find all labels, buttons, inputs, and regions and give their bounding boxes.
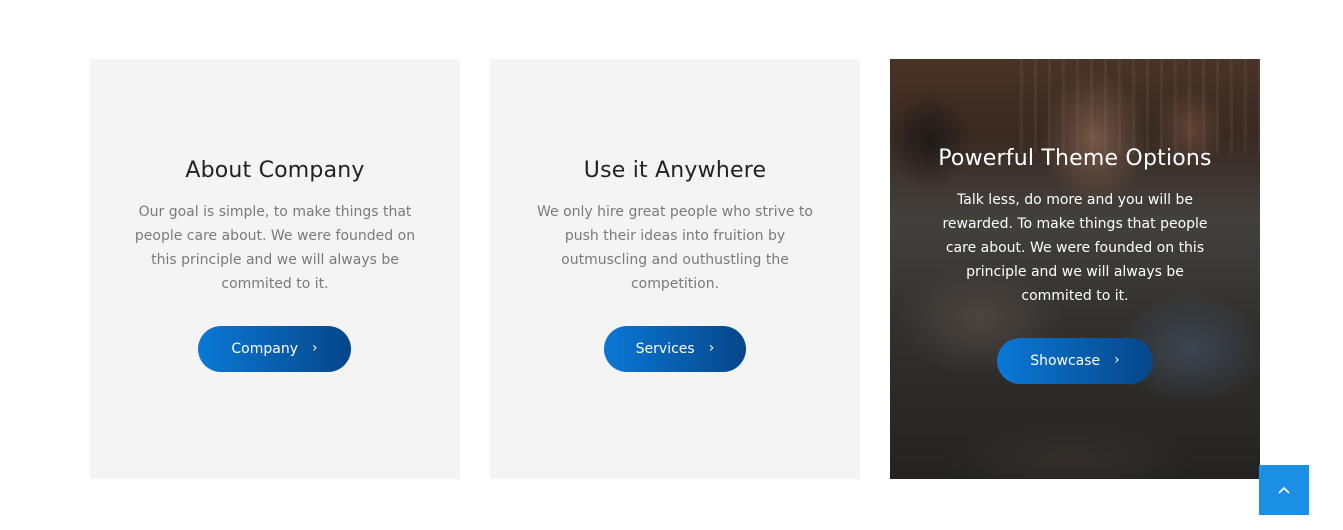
features-section: About Company Our goal is simple, to mak… — [0, 0, 1343, 530]
card-text: Our goal is simple, to make things that … — [134, 204, 416, 292]
button-label: Services — [635, 341, 695, 357]
card-text: Talk less, do more and you will be rewar… — [942, 192, 1208, 304]
card-title: Powerful Theme Options — [938, 146, 1212, 171]
card-about-company: About Company Our goal is simple, to mak… — [90, 59, 460, 479]
button-label: Company — [231, 341, 298, 357]
chevron-right-icon: › — [312, 340, 318, 356]
chevron-up-icon — [1278, 486, 1290, 494]
card-text: We only hire great people who strive to … — [537, 204, 813, 292]
card-title: About Company — [185, 158, 365, 183]
button-label: Showcase — [1030, 353, 1101, 369]
chevron-right-icon: › — [1114, 352, 1120, 368]
card-title: Use it Anywhere — [583, 158, 767, 183]
company-button[interactable]: Company › — [198, 326, 351, 372]
card-powerful-theme-options: Powerful Theme Options Talk less, do mor… — [890, 59, 1260, 479]
showcase-button[interactable]: Showcase › — [997, 338, 1153, 384]
card-use-it-anywhere: Use it Anywhere We only hire great peopl… — [490, 59, 860, 479]
chevron-right-icon: › — [708, 340, 715, 356]
scroll-to-top-button[interactable] — [1259, 465, 1309, 515]
services-button[interactable]: Services › — [604, 326, 746, 372]
